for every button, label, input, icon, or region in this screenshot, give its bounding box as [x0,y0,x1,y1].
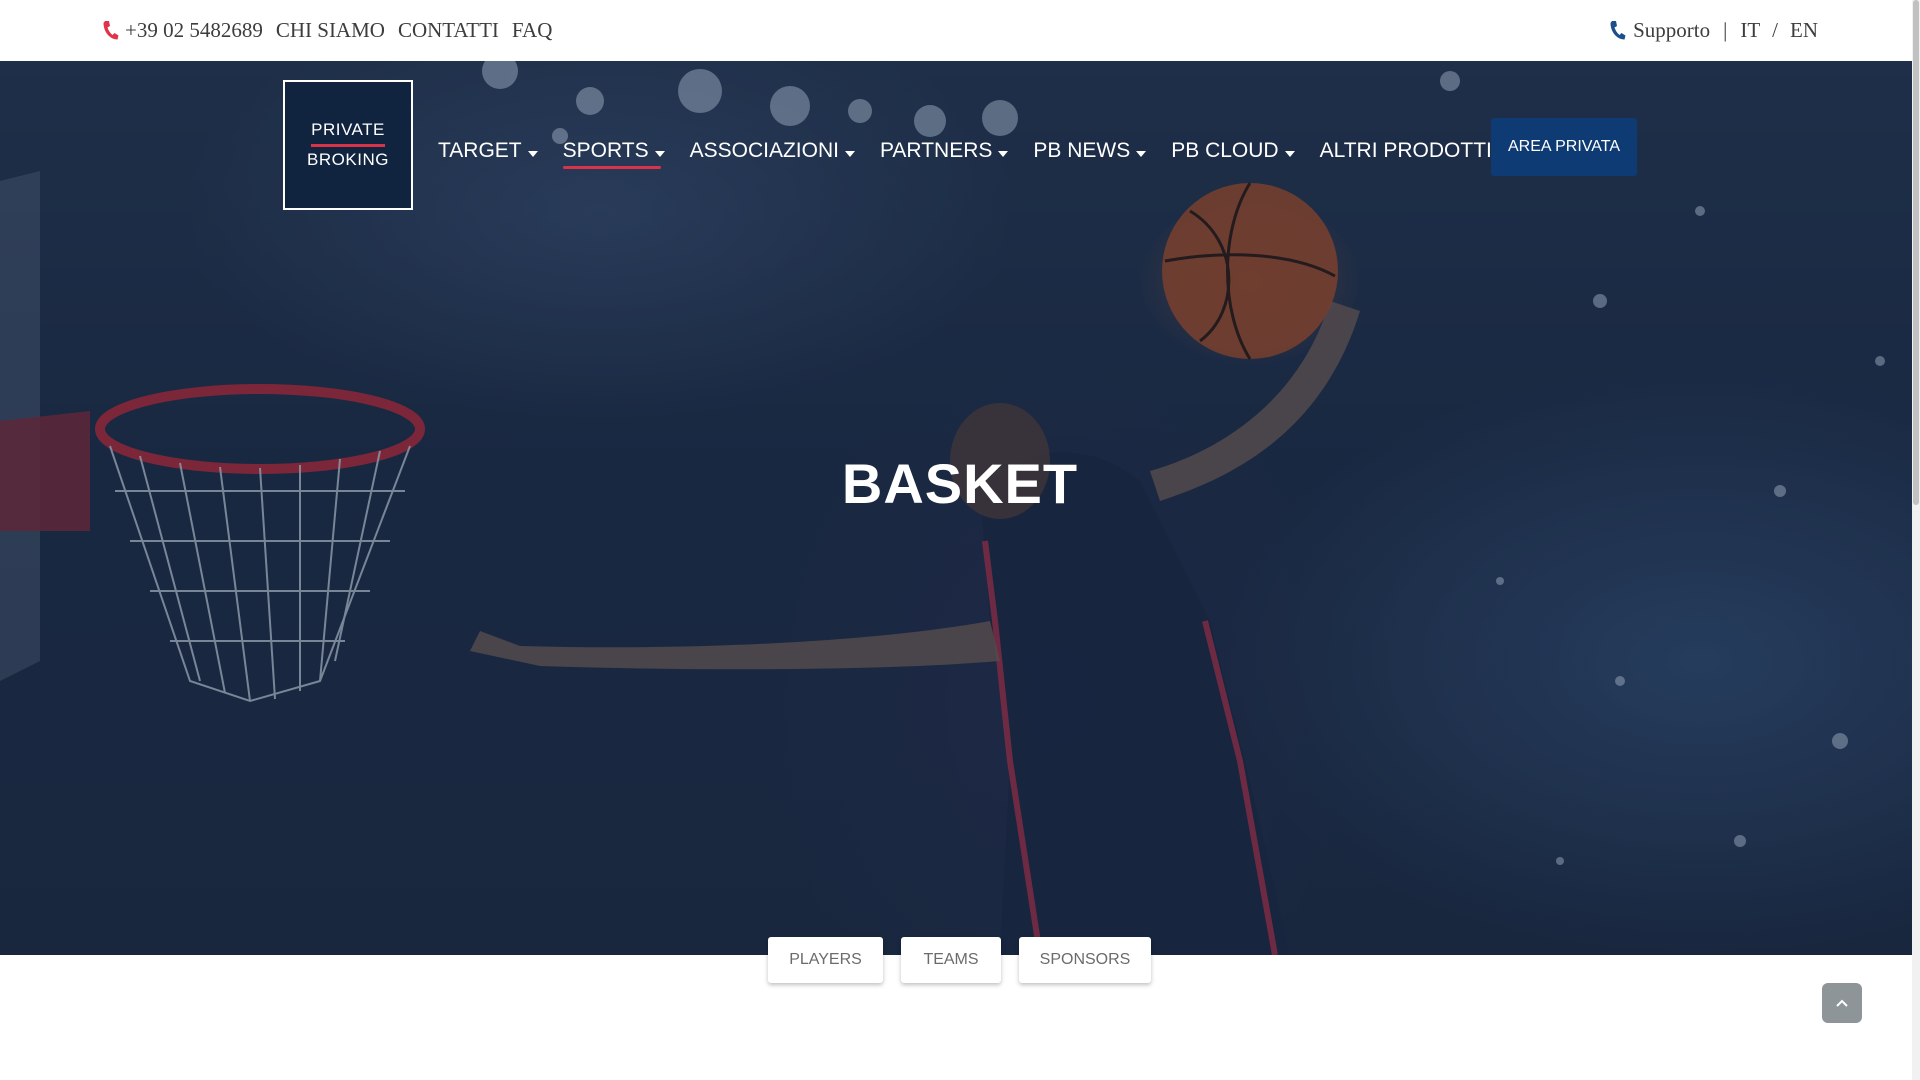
nav-pb-news[interactable]: PB NEWS [1033,139,1147,163]
nav-sports[interactable]: SPORTS [562,139,665,169]
nav-associazioni[interactable]: ASSOCIAZIONI [690,139,855,163]
caret-down-icon [1284,151,1295,157]
nav-sports-label: SPORTS [562,139,649,162]
logo-line2: BROKING [307,150,389,169]
main-navigation: TARGET SPORTS ASSOCIAZIONI PARTNERS PB N… [438,135,1533,169]
phone-icon [1608,20,1627,41]
active-underline [562,166,661,169]
nav-pb-cloud[interactable]: PB CLOUD [1171,139,1295,163]
site-logo[interactable]: PRIVATE BROKING [283,80,413,210]
back-to-top-button[interactable] [1822,983,1862,1023]
tab-sponsors[interactable]: SPONSORS [1019,937,1151,983]
caret-down-icon [998,151,1009,157]
caret-down-icon [527,151,538,157]
chevron-up-icon [1836,999,1848,1007]
link-contatti[interactable]: CONTATTI [398,18,499,43]
nav-associazioni-label: ASSOCIAZIONI [689,139,839,162]
phone-number[interactable]: +39 02 5482689 [125,18,263,43]
top-utility-bar: +39 02 5482689 CHI SIAMO CONTATTI FAQ Su… [0,0,1920,61]
scrollbar-thumb[interactable] [1913,0,1919,505]
lang-separator: / [1772,18,1778,42]
nav-partners-label: PARTNERS [879,139,993,162]
support-and-language: Supporto | IT / EN [1608,18,1818,43]
lang-en[interactable]: EN [1790,18,1818,43]
tab-players[interactable]: PLAYERS [768,937,883,983]
nav-altri-prodotti-label: ALTRI PRODOTTI [1319,139,1492,162]
caret-down-icon [844,151,855,157]
lang-it[interactable]: IT [1740,18,1760,43]
nav-pb-cloud-label: PB CLOUD [1171,139,1279,162]
nav-target[interactable]: TARGET [438,139,538,163]
caret-down-icon [654,151,665,157]
tab-teams[interactable]: TEAMS [901,937,1001,983]
contact-links: +39 02 5482689 CHI SIAMO CONTATTI FAQ [102,18,565,43]
support-link[interactable]: Supporto [1633,18,1710,43]
nav-partners[interactable]: PARTNERS [879,139,1009,163]
link-chi-siamo[interactable]: CHI SIAMO [276,18,385,43]
link-faq[interactable]: FAQ [512,18,552,43]
caret-down-icon [1136,151,1147,157]
nav-target-label: TARGET [438,139,522,162]
separator: | [1723,18,1728,42]
phone-icon [102,20,119,41]
nav-pb-news-label: PB NEWS [1033,139,1131,162]
logo-accent-bar [311,144,385,147]
logo-line1: PRIVATE [311,120,385,139]
page-scrollbar[interactable] [1912,0,1920,1080]
nav-altri-prodotti[interactable]: ALTRI PRODOTTI [1320,139,1508,163]
category-tabs: PLAYERS TEAMS SPONSORS [768,937,1169,983]
area-privata-button[interactable]: AREA PRIVATA [1491,118,1637,176]
page-title: BASKET [841,452,1079,515]
hero-banner: PRIVATE BROKING TARGET SPORTS ASSOCIAZIO… [0,61,1920,955]
